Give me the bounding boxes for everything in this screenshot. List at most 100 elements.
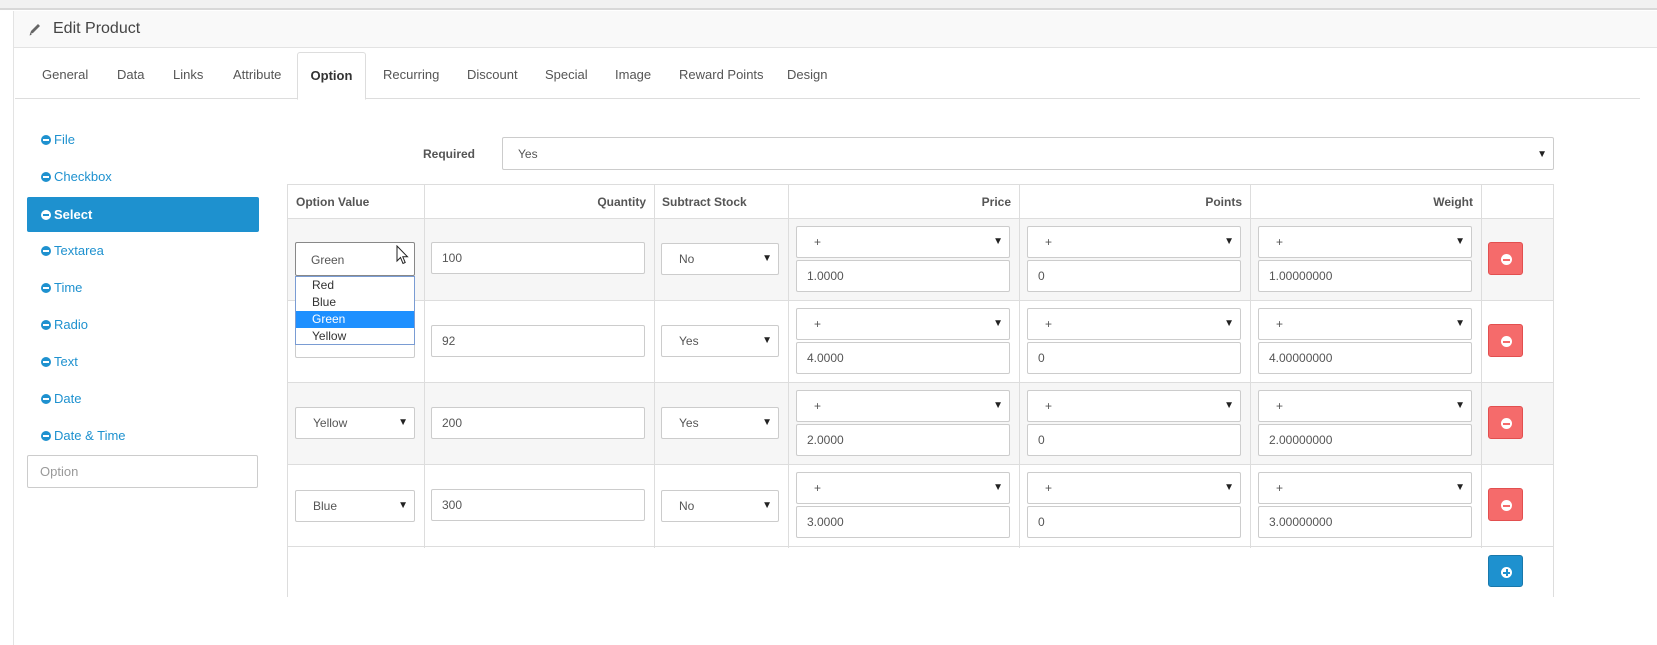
points-input[interactable]: 0 xyxy=(1027,260,1241,292)
points-prefix-select[interactable]: + ▼ xyxy=(1027,226,1241,258)
nav-item-radio[interactable]: Radio xyxy=(27,307,259,342)
chevron-down-icon: ▼ xyxy=(1537,149,1547,160)
points-prefix-select[interactable]: + ▼ xyxy=(1027,472,1241,504)
nav-item-textarea[interactable]: Textarea xyxy=(27,233,259,268)
tab-special[interactable]: Special xyxy=(545,52,588,99)
minus-circle-icon[interactable] xyxy=(41,172,51,182)
remove-row-button[interactable] xyxy=(1488,242,1523,275)
subtract-stock-select[interactable]: No ▼ xyxy=(661,243,779,275)
tab-recurring[interactable]: Recurring xyxy=(383,52,439,99)
weight-input[interactable]: 1.00000000 xyxy=(1258,260,1472,292)
column-divider xyxy=(654,185,655,548)
tab-general[interactable]: General xyxy=(42,52,88,99)
minus-circle-icon[interactable] xyxy=(41,246,51,256)
mouse-cursor-icon xyxy=(396,245,409,265)
nav-item-time[interactable]: Time xyxy=(27,270,259,305)
remove-row-button[interactable] xyxy=(1488,324,1523,357)
nav-item-checkbox[interactable]: Checkbox xyxy=(27,159,259,194)
price-prefix-select[interactable]: + ▼ xyxy=(796,226,1010,258)
top-strip xyxy=(0,0,1657,10)
nav-item-text[interactable]: Text xyxy=(27,344,259,379)
quantity-input[interactable]: 300 xyxy=(431,489,645,521)
remove-row-button[interactable] xyxy=(1488,488,1523,521)
chevron-down-icon: ▼ xyxy=(1224,482,1234,493)
minus-circle-icon[interactable] xyxy=(41,135,51,145)
plus-circle-icon xyxy=(1501,567,1512,578)
points-input[interactable]: 0 xyxy=(1027,342,1241,374)
weight-prefix-select[interactable]: + ▼ xyxy=(1258,390,1472,422)
column-divider xyxy=(1250,185,1251,548)
chevron-down-icon: ▼ xyxy=(762,253,772,264)
weight-prefix-select[interactable]: + ▼ xyxy=(1258,472,1472,504)
price-prefix-select[interactable]: + ▼ xyxy=(796,390,1010,422)
price-input[interactable]: 2.0000 xyxy=(796,424,1010,456)
subtract-stock-select[interactable]: Yes ▼ xyxy=(661,325,779,357)
chevron-down-icon: ▼ xyxy=(762,417,772,428)
minus-circle-icon xyxy=(1501,500,1512,511)
nav-item-select[interactable]: Select xyxy=(27,197,259,232)
chevron-down-icon: ▼ xyxy=(993,400,1003,411)
price-input[interactable]: 4.0000 xyxy=(796,342,1010,374)
chevron-down-icon: ▼ xyxy=(1224,318,1234,329)
col-points: Points xyxy=(1205,195,1242,209)
quantity-input[interactable]: 200 xyxy=(431,407,645,439)
minus-circle-icon[interactable] xyxy=(41,431,51,441)
weight-prefix-select[interactable]: + ▼ xyxy=(1258,308,1472,340)
dropdown-option-red[interactable]: Red xyxy=(296,277,414,294)
subtract-stock-select[interactable]: No ▼ xyxy=(661,490,779,522)
tab-image[interactable]: Image xyxy=(615,52,651,99)
table-header: Option Value Quantity Subtract Stock Pri… xyxy=(288,185,1553,219)
col-weight: Weight xyxy=(1433,195,1473,209)
chevron-down-icon: ▼ xyxy=(993,236,1003,247)
minus-circle-icon[interactable] xyxy=(41,357,51,367)
option-value-select[interactable]: Yellow ▼ xyxy=(295,407,415,439)
add-option-value-button[interactable] xyxy=(1488,555,1523,587)
chevron-down-icon: ▼ xyxy=(993,482,1003,493)
points-input[interactable]: 0 xyxy=(1027,424,1241,456)
option-value-select[interactable]: Blue ▼ xyxy=(295,490,415,522)
price-prefix-select[interactable]: + ▼ xyxy=(796,472,1010,504)
tab-attribute[interactable]: Attribute xyxy=(233,52,281,99)
table-footer-row xyxy=(288,548,1553,598)
quantity-input[interactable]: 100 xyxy=(431,242,645,274)
points-prefix-select[interactable]: + ▼ xyxy=(1027,308,1241,340)
minus-circle-icon[interactable] xyxy=(41,320,51,330)
chevron-down-icon: ▼ xyxy=(762,500,772,511)
remove-row-button[interactable] xyxy=(1488,406,1523,439)
minus-circle-icon xyxy=(1501,254,1512,265)
tab-option[interactable]: Option xyxy=(297,52,366,100)
option-autocomplete-input[interactable] xyxy=(27,455,258,488)
minus-circle-icon xyxy=(1501,336,1512,347)
tab-discount[interactable]: Discount xyxy=(467,52,518,99)
nav-item-date[interactable]: Date xyxy=(27,381,259,416)
required-select[interactable]: Yes ▼ xyxy=(502,137,1554,170)
weight-prefix-select[interactable]: + ▼ xyxy=(1258,226,1472,258)
weight-input[interactable]: 4.00000000 xyxy=(1258,342,1472,374)
dropdown-option-green[interactable]: Green xyxy=(296,311,414,328)
nav-item-file[interactable]: File xyxy=(27,122,259,157)
page-title: Edit Product xyxy=(53,20,141,37)
price-input[interactable]: 3.0000 xyxy=(796,506,1010,538)
quantity-input[interactable]: 92 xyxy=(431,325,645,357)
tab-design[interactable]: Design xyxy=(787,52,827,99)
dropdown-option-blue[interactable]: Blue xyxy=(296,294,414,311)
weight-input[interactable]: 3.00000000 xyxy=(1258,506,1472,538)
subtract-stock-select[interactable]: Yes ▼ xyxy=(661,407,779,439)
nav-item-date-time[interactable]: Date & Time xyxy=(27,418,259,453)
weight-input[interactable]: 2.00000000 xyxy=(1258,424,1472,456)
dropdown-option-yellow[interactable]: Yellow xyxy=(296,328,414,345)
minus-circle-icon[interactable] xyxy=(41,394,51,404)
tab-data[interactable]: Data xyxy=(117,52,144,99)
minus-circle-icon[interactable] xyxy=(41,210,51,220)
minus-circle-icon xyxy=(1501,418,1512,429)
points-input[interactable]: 0 xyxy=(1027,506,1241,538)
points-prefix-select[interactable]: + ▼ xyxy=(1027,390,1241,422)
tab-reward-points[interactable]: Reward Points xyxy=(679,52,764,99)
price-input[interactable]: 1.0000 xyxy=(796,260,1010,292)
panel-heading: Edit Product xyxy=(14,11,1657,48)
col-price: Price xyxy=(981,195,1011,209)
price-prefix-select[interactable]: + ▼ xyxy=(796,308,1010,340)
chevron-down-icon: ▼ xyxy=(1224,236,1234,247)
minus-circle-icon[interactable] xyxy=(41,283,51,293)
tab-links[interactable]: Links xyxy=(173,52,203,99)
